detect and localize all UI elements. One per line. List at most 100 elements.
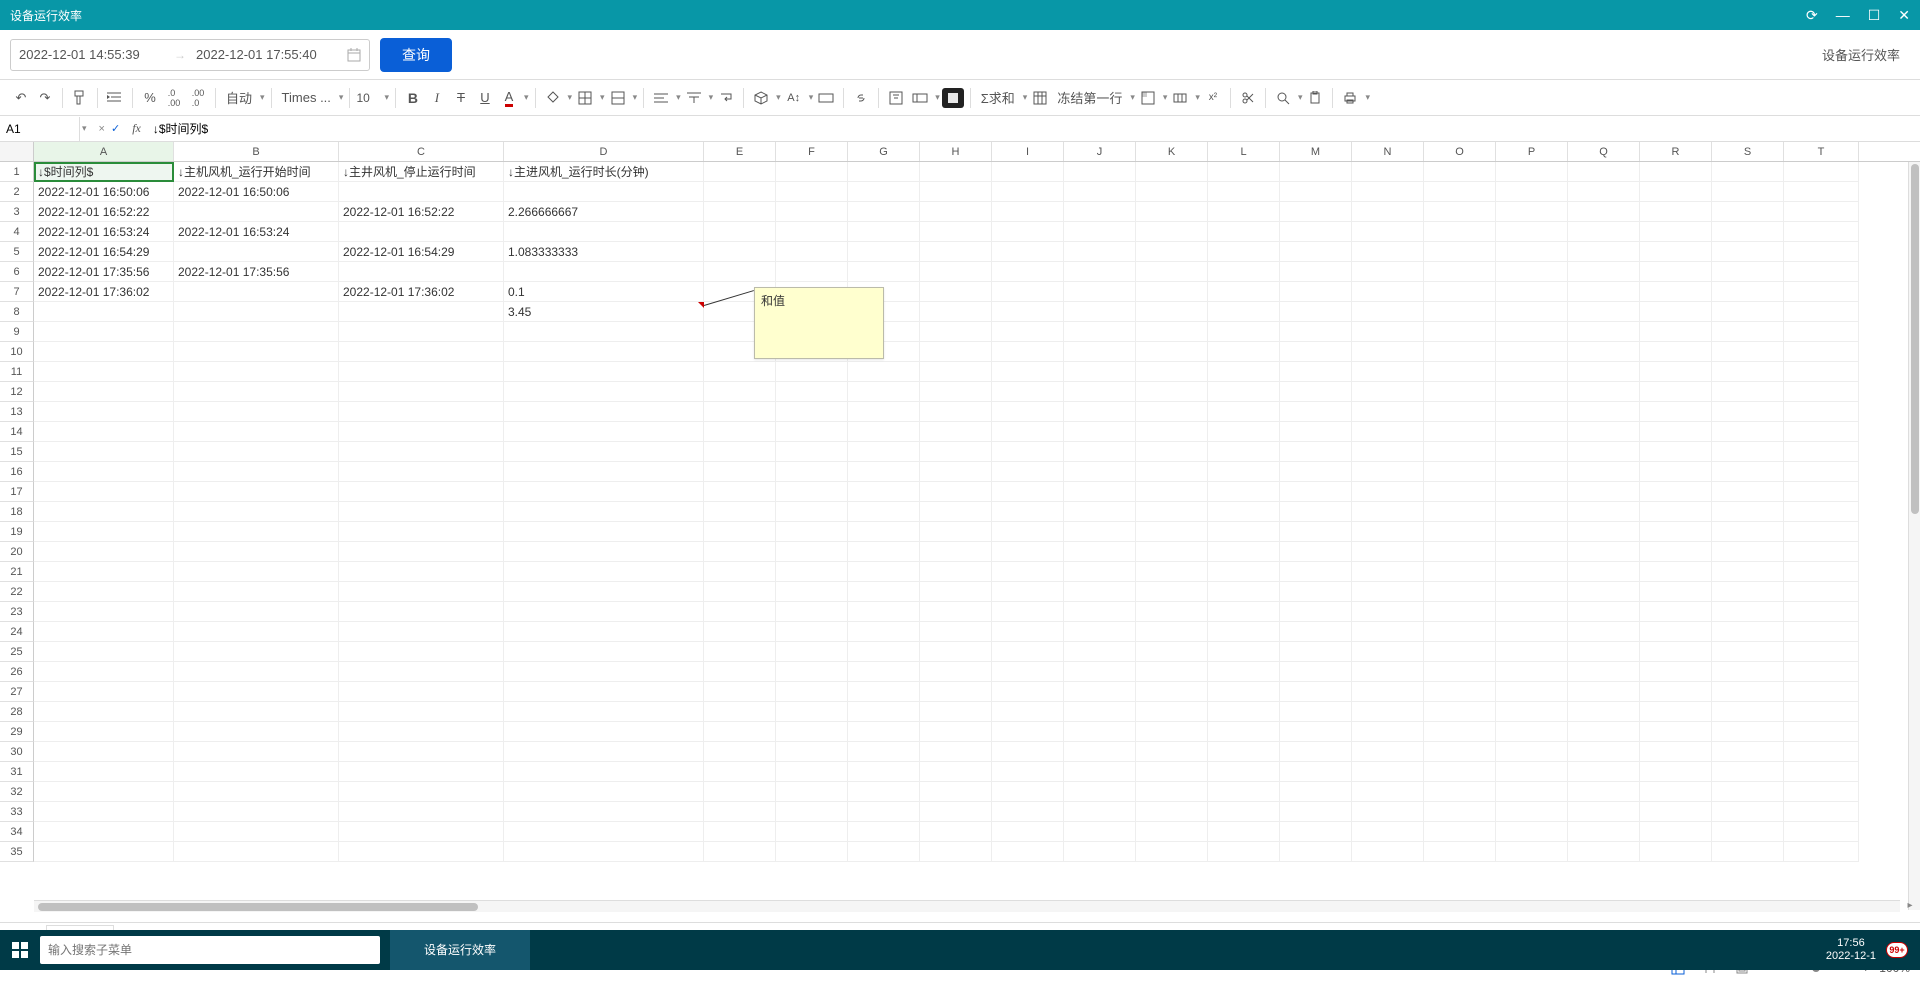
cell[interactable]: [1784, 402, 1859, 422]
cell[interactable]: [1424, 442, 1496, 462]
cell[interactable]: [776, 802, 848, 822]
cell[interactable]: [1784, 642, 1859, 662]
cell[interactable]: [1640, 722, 1712, 742]
cell[interactable]: [1496, 822, 1568, 842]
cell[interactable]: [1280, 742, 1352, 762]
cell[interactable]: [1424, 202, 1496, 222]
row-header[interactable]: 29: [0, 722, 34, 742]
cell[interactable]: [1208, 522, 1280, 542]
cell[interactable]: [1712, 522, 1784, 542]
cell[interactable]: [704, 562, 776, 582]
cell[interactable]: [1496, 542, 1568, 562]
cell[interactable]: [174, 462, 339, 482]
cell[interactable]: [1136, 682, 1208, 702]
cell[interactable]: [920, 162, 992, 182]
cell[interactable]: [504, 462, 704, 482]
cell[interactable]: [34, 562, 174, 582]
cell[interactable]: [339, 342, 504, 362]
cell[interactable]: [339, 262, 504, 282]
undo-icon[interactable]: ↶: [10, 86, 32, 110]
cell[interactable]: [174, 802, 339, 822]
cell[interactable]: [1496, 722, 1568, 742]
cell[interactable]: [920, 782, 992, 802]
cell[interactable]: [1136, 202, 1208, 222]
cell[interactable]: [1136, 302, 1208, 322]
cell[interactable]: [1568, 622, 1640, 642]
cell[interactable]: [174, 662, 339, 682]
cell[interactable]: [1640, 262, 1712, 282]
cell[interactable]: [1640, 842, 1712, 862]
cell[interactable]: 2.266666667: [504, 202, 704, 222]
cell[interactable]: [704, 182, 776, 202]
cell[interactable]: [1712, 802, 1784, 822]
cell[interactable]: [1352, 302, 1424, 322]
cell[interactable]: [174, 242, 339, 262]
cell[interactable]: [1280, 762, 1352, 782]
cell[interactable]: [1424, 642, 1496, 662]
cell[interactable]: [1496, 422, 1568, 442]
cell[interactable]: [1352, 742, 1424, 762]
chevron-down-icon[interactable]: ▾: [709, 92, 714, 103]
cell[interactable]: 2022-12-01 16:50:06: [34, 182, 174, 202]
row-header[interactable]: 12: [0, 382, 34, 402]
cell[interactable]: [776, 162, 848, 182]
cell[interactable]: [992, 662, 1064, 682]
formula-accept-icon[interactable]: ✓: [111, 122, 120, 135]
cell[interactable]: [920, 702, 992, 722]
cell[interactable]: [1784, 802, 1859, 822]
cell[interactable]: [920, 682, 992, 702]
cell[interactable]: [1712, 662, 1784, 682]
cell[interactable]: [339, 362, 504, 382]
cell[interactable]: [992, 202, 1064, 222]
cell[interactable]: [776, 402, 848, 422]
chevron-down-icon[interactable]: ▾: [524, 92, 529, 103]
cell[interactable]: [1496, 322, 1568, 342]
italic-icon[interactable]: I: [426, 86, 448, 110]
cell[interactable]: [339, 602, 504, 622]
hscroll-right-arrow-icon[interactable]: ▸: [1904, 900, 1916, 912]
cell[interactable]: [1208, 642, 1280, 662]
cell[interactable]: [1280, 222, 1352, 242]
column-header[interactable]: E: [704, 142, 776, 161]
cell[interactable]: [1424, 702, 1496, 722]
cell[interactable]: ↓$时间列$: [34, 162, 174, 182]
cell[interactable]: [1640, 222, 1712, 242]
cell[interactable]: [174, 582, 339, 602]
fill-color-icon[interactable]: [542, 86, 564, 110]
cell[interactable]: [1784, 582, 1859, 602]
cell[interactable]: [1280, 282, 1352, 302]
cell[interactable]: [776, 242, 848, 262]
cell[interactable]: [776, 382, 848, 402]
cell[interactable]: [1280, 642, 1352, 662]
cell[interactable]: [848, 422, 920, 442]
cell[interactable]: [1136, 182, 1208, 202]
cell[interactable]: [1496, 742, 1568, 762]
cell[interactable]: [1064, 822, 1136, 842]
cell[interactable]: [920, 662, 992, 682]
cell[interactable]: [1280, 622, 1352, 642]
cell[interactable]: [848, 442, 920, 462]
cell[interactable]: [1424, 722, 1496, 742]
cell[interactable]: [1352, 582, 1424, 602]
row-header[interactable]: 19: [0, 522, 34, 542]
cell[interactable]: [1352, 262, 1424, 282]
cell[interactable]: [504, 842, 704, 862]
date-from-input[interactable]: [19, 47, 164, 62]
cell[interactable]: [1352, 642, 1424, 662]
column-header[interactable]: R: [1640, 142, 1712, 161]
search-icon[interactable]: [1272, 86, 1294, 110]
column-header[interactable]: J: [1064, 142, 1136, 161]
maximize-icon[interactable]: ☐: [1868, 7, 1881, 24]
cell[interactable]: [848, 602, 920, 622]
cell[interactable]: [1424, 542, 1496, 562]
cell[interactable]: [1496, 642, 1568, 662]
cell[interactable]: [174, 602, 339, 622]
cell[interactable]: [1136, 382, 1208, 402]
cell[interactable]: [174, 842, 339, 862]
cell[interactable]: [1712, 402, 1784, 422]
cell[interactable]: [1064, 222, 1136, 242]
cell[interactable]: [1136, 702, 1208, 722]
cell[interactable]: [174, 362, 339, 382]
cell[interactable]: [1496, 262, 1568, 282]
cell[interactable]: [504, 722, 704, 742]
